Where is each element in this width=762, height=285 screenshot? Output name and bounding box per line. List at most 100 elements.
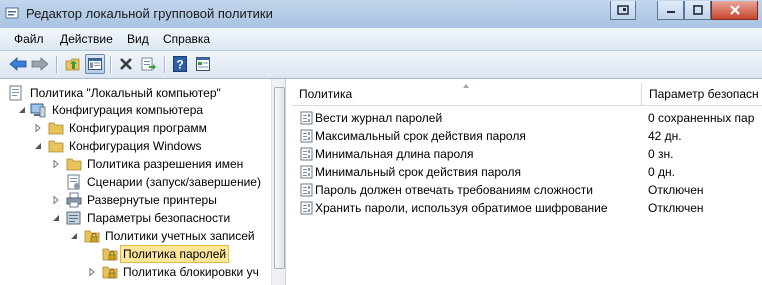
navigation-tree: Политика "Локальный компьютер" Конфигура… (0, 79, 286, 285)
tree-node-label: Политика "Локальный компьютер" (30, 86, 221, 100)
tree-node-computer-configuration[interactable]: Конфигурация компьютера (0, 101, 270, 119)
computer-icon (30, 103, 46, 118)
close-button[interactable] (711, 1, 758, 20)
tree-node-deployed-printers[interactable]: Развернутые принтеры (0, 191, 270, 209)
policy-document-icon (9, 85, 22, 101)
export-list-button[interactable] (139, 54, 159, 74)
policy-setting-icon (300, 201, 313, 215)
back-button[interactable] (8, 54, 28, 74)
delete-icon (120, 58, 132, 70)
show-hide-tree-icon (88, 58, 102, 70)
tree-node-label: Конфигурация компьютера (52, 103, 204, 117)
export-list-icon (141, 57, 156, 71)
policy-setting-icon (300, 147, 313, 161)
app-icon (5, 7, 19, 19)
policy-name: Хранить пароли, используя обратимое шифр… (315, 201, 608, 215)
tree-node-label: Параметры безопасности (87, 211, 231, 225)
printer-icon (66, 192, 82, 208)
forward-button[interactable] (30, 54, 50, 74)
policy-name: Пароль должен отвечать требованиям сложн… (315, 183, 593, 197)
policy-list: Политика Параметр безопасн Вести журнал … (292, 79, 762, 285)
expanded-arrow-icon (35, 143, 41, 149)
policy-setting-icon (300, 165, 313, 179)
menu-help[interactable]: Справка (163, 32, 210, 46)
tree-node-security-settings[interactable]: Параметры безопасности (0, 209, 270, 227)
locked-folder-icon (102, 248, 118, 261)
tree-node-scripts[interactable]: Сценарии (запуск/завершение) (0, 173, 270, 191)
delete-button[interactable] (116, 54, 136, 74)
list-row[interactable]: Пароль должен отвечать требованиям сложн… (292, 181, 762, 199)
toolbar-separator (110, 56, 112, 73)
scrollbar-thumb[interactable] (274, 87, 285, 269)
tree-node-account-policies[interactable]: Политики учетных записей (0, 227, 270, 245)
up-folder-button[interactable] (63, 54, 83, 74)
content-area: Политика "Локальный компьютер" Конфигура… (0, 79, 762, 285)
collapsed-arrow-icon (53, 160, 59, 168)
folder-icon (66, 158, 82, 171)
policy-name: Минимальная длина пароля (315, 147, 474, 161)
toolbar-separator (164, 56, 166, 73)
menu-view[interactable]: Вид (127, 32, 149, 46)
properties-icon (196, 57, 210, 71)
tree-node-name-resolution-policy[interactable]: Политика разрешения имен (0, 155, 270, 173)
menu-bar: Файл Действие Вид Справка (0, 28, 762, 51)
policy-setting-icon (300, 183, 313, 197)
tree-node-password-policy[interactable]: Политика паролей (0, 245, 270, 263)
policy-name: Минимальный срок действия пароля (315, 165, 521, 179)
expanded-arrow-icon (53, 215, 59, 221)
sort-ascending-icon (463, 84, 469, 88)
folder-icon (48, 122, 64, 135)
tree-node-windows-configuration[interactable]: Конфигурация Windows (0, 137, 270, 155)
expanded-arrow-icon (19, 107, 25, 113)
column-header-label: Политика (299, 87, 353, 101)
expanded-arrow-icon (71, 233, 77, 239)
title-bar: Редактор локальной групповой политики (0, 0, 762, 29)
maximize-icon (692, 5, 703, 15)
tree-node-label: Конфигурация программ (69, 121, 207, 135)
tree-node-software-configuration[interactable]: Конфигурация программ (0, 119, 270, 137)
policy-value: 0 дн. (648, 165, 675, 179)
tree-node-label: Политика разрешения имен (87, 157, 244, 171)
show-hide-tree-button[interactable] (85, 54, 105, 74)
list-header: Политика Параметр безопасн (292, 83, 762, 106)
tree-node-label: Развернутые принтеры (87, 193, 217, 207)
folder-icon (48, 140, 64, 153)
policy-value: 42 дн. (648, 129, 682, 143)
maximize-button[interactable] (684, 1, 711, 20)
list-row[interactable]: Минимальный срок действия пароля 0 дн. (292, 163, 762, 181)
tree-scrollbar[interactable] (271, 79, 285, 285)
properties-button[interactable] (193, 54, 213, 74)
list-row[interactable]: Хранить пароли, используя обратимое шифр… (292, 199, 762, 217)
policy-value: Отключен (648, 201, 704, 215)
policy-name: Максимальный срок действия пароля (315, 129, 526, 143)
menu-file[interactable]: Файл (14, 32, 44, 46)
list-row[interactable]: Максимальный срок действия пароля 42 дн. (292, 127, 762, 145)
tree-node-local-computer-policy[interactable]: Политика "Локальный компьютер" (0, 84, 270, 102)
menu-action[interactable]: Действие (60, 32, 113, 46)
tree-node-label: Сценарии (запуск/завершение) (87, 175, 261, 189)
locked-folder-icon (84, 230, 100, 243)
column-header-label: Параметр безопасн (649, 87, 759, 101)
policy-setting-icon (300, 129, 313, 143)
toolbar-separator (56, 56, 58, 73)
svg-text:?: ? (176, 58, 183, 72)
tree-node-account-lockout-policy[interactable]: Политика блокировки уч (0, 263, 270, 281)
help-icon: ? (173, 56, 187, 72)
scripts-icon (67, 174, 80, 190)
column-header-security-setting[interactable]: Параметр безопасн (642, 83, 762, 105)
forward-icon (31, 57, 49, 71)
policy-value: 0 зн. (648, 147, 674, 161)
up-folder-icon (65, 58, 80, 71)
security-settings-icon (66, 211, 81, 225)
help-button[interactable]: ? (170, 54, 190, 74)
restore-button[interactable] (610, 1, 636, 20)
collapsed-arrow-icon (53, 196, 59, 204)
list-row[interactable]: Минимальная длина пароля 0 зн. (292, 145, 762, 163)
policy-value: 0 сохраненных пар (648, 111, 755, 125)
policy-name: Вести журнал паролей (315, 111, 443, 125)
collapsed-arrow-icon (89, 268, 95, 276)
minimize-icon (666, 11, 675, 13)
minimize-button[interactable] (657, 1, 684, 20)
list-row[interactable]: Вести журнал паролей 0 сохраненных пар (292, 109, 762, 127)
tree-node-label: Политика блокировки уч (123, 265, 259, 279)
